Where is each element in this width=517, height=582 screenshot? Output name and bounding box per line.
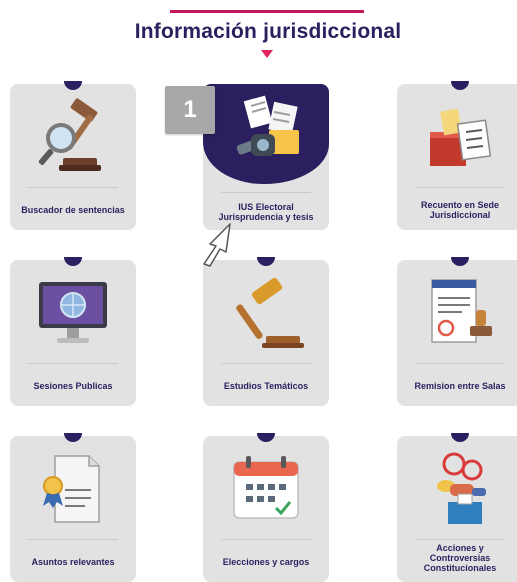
card-divider: [28, 539, 118, 540]
card-notch: [257, 257, 275, 266]
card-label: Acciones y Controversias Constitucionales: [423, 542, 497, 574]
card-divider: [415, 363, 505, 364]
card-notch: [451, 257, 469, 266]
gavel-icon: [236, 277, 304, 348]
monitor-globe-icon: [39, 282, 107, 343]
card-ius-electoral[interactable]: IUS Electoral Jurisprudencia y tesis: [203, 84, 329, 230]
card-label: Asuntos relevantes: [31, 556, 115, 567]
pointer-cursor-icon: [203, 223, 231, 267]
document-stamp-icon: [431, 279, 492, 343]
card-label: Estudios Temáticos: [223, 380, 309, 391]
binoculars-documents-icon: [236, 95, 299, 156]
card-recuento-en-sede[interactable]: Recuento en Sede Jurisdiccional: [397, 81, 517, 230]
header-accent-line: [170, 10, 364, 13]
page-title: Información jurisdiccional: [134, 20, 402, 43]
card-buscador-de-sentencias[interactable]: Buscador de sentencias: [10, 81, 136, 230]
card-label: Sesiones Publicas: [33, 380, 113, 391]
card-notch: [64, 257, 82, 266]
calendar-icon: [233, 456, 299, 519]
caret-down-icon: [261, 50, 273, 58]
card-label: Elecciones y cargos: [222, 556, 310, 567]
card-divider: [415, 187, 505, 188]
card-notch: [64, 433, 82, 442]
card-acciones-y-controversias[interactable]: Acciones y Controversias Constitucionales: [397, 433, 517, 582]
card-notch: [451, 433, 469, 442]
card-asuntos-relevantes[interactable]: Asuntos relevantes: [10, 433, 136, 582]
card-divider: [28, 363, 118, 364]
certificate-icon: [43, 455, 100, 523]
card-divider: [221, 363, 311, 364]
gavel-magnifier-icon: [38, 98, 101, 171]
card-notch: [451, 81, 469, 90]
card-sesiones-publicas[interactable]: Sesiones Publicas: [10, 257, 136, 406]
card-divider: [221, 539, 311, 540]
card-remision-entre-salas[interactable]: Remision entre Salas: [397, 257, 517, 406]
ballot-box-icon: [430, 108, 492, 166]
card-elecciones-y-cargos[interactable]: Elecciones y cargos: [203, 433, 329, 582]
card-estudios-tematicos[interactable]: Estudios Temáticos: [203, 257, 329, 406]
card-label: Buscador de sentencias: [21, 204, 125, 215]
card-divider: [221, 192, 311, 193]
card-notch: [64, 81, 82, 90]
people-vote-icon: [437, 452, 486, 524]
card-label: Remision entre Salas: [414, 380, 506, 391]
card-notch: [257, 433, 275, 442]
card-divider: [415, 539, 505, 540]
card-divider: [28, 187, 118, 188]
card-label: Recuento en Sede Jurisdiccional: [420, 199, 500, 220]
step-number-badge: 1: [165, 86, 215, 134]
